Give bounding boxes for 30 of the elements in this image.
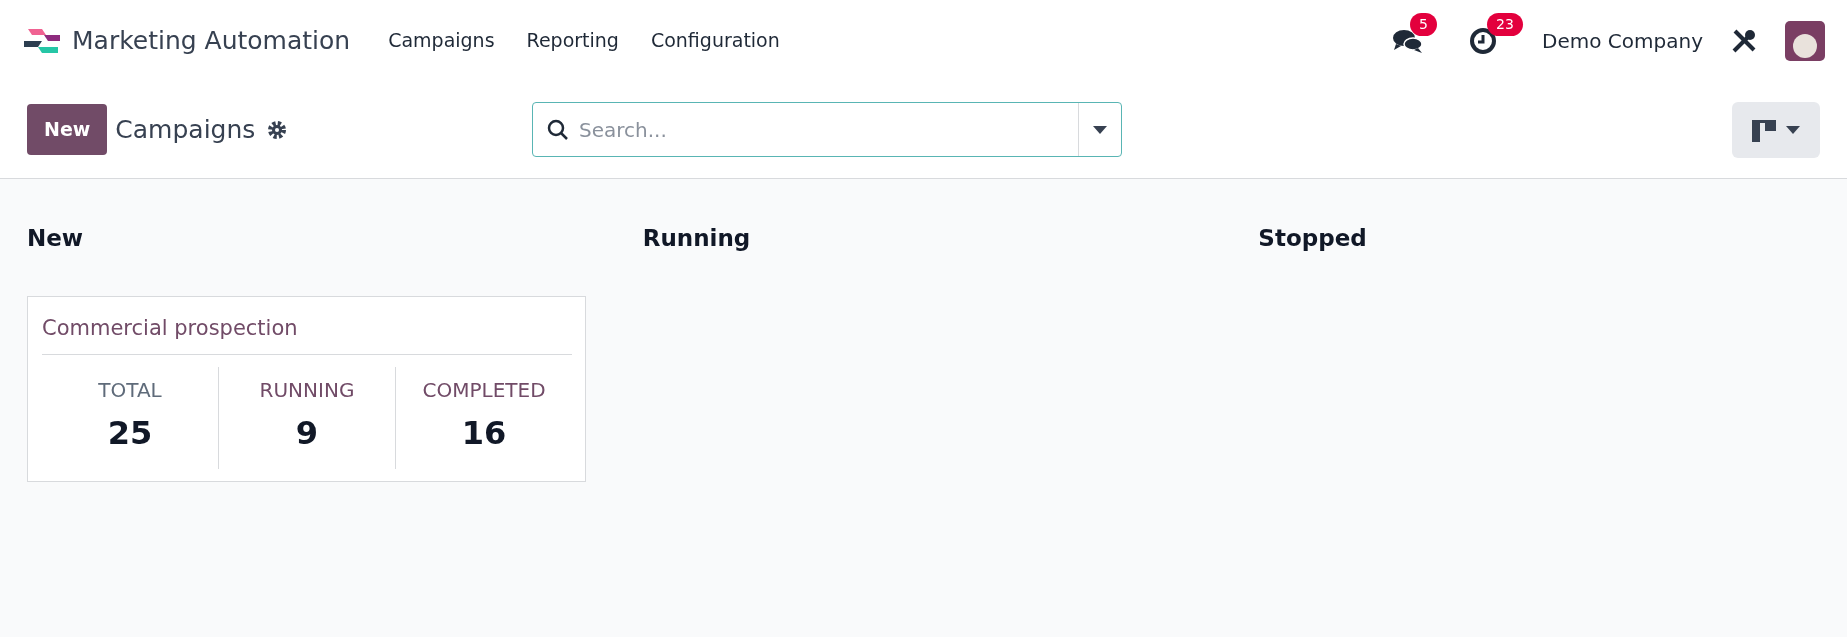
column-title: Stopped [1258,224,1368,253]
menu-item[interactable]: Configuration [634,26,796,55]
campaign-card[interactable]: Commercial prospection TOTAL 25 RUNNING 9 COMPLETED 16 [27,295,586,482]
activity-count: 23 [1487,12,1523,36]
column-title: New [27,224,85,253]
stat-label: COMPLETED [421,377,547,404]
settings-icon[interactable] [267,119,288,140]
menu-item[interactable]: Reporting [510,26,635,55]
kanban-view-icon [1752,117,1776,142]
new-button[interactable]: New [27,104,108,155]
tools-icon[interactable] [1731,27,1757,54]
page-title: Campaigns [115,113,256,146]
app-name[interactable]: Marketing Automation [72,21,351,60]
search-icon [547,118,569,141]
caret-icon [1786,125,1800,134]
stat-value: 9 [294,413,320,454]
stat-value: 16 [460,413,508,454]
campaign-name[interactable]: Commercial prospection [42,312,572,355]
column-title: Running [642,224,752,253]
search-field[interactable]: Search... [532,102,1122,157]
company-switcher[interactable]: Demo Company [1542,25,1703,56]
menu-item[interactable]: Campaigns [372,26,511,55]
user-avatar[interactable] [1785,20,1825,61]
stat-value: 25 [106,413,154,454]
clock-icon[interactable] [1469,26,1498,55]
stat-label: TOTAL [97,377,163,404]
stat-label: RUNNING [258,377,356,404]
view-switcher-button[interactable] [1732,101,1820,158]
app-logo-icon[interactable] [22,26,62,55]
message-count: 5 [1410,12,1437,36]
